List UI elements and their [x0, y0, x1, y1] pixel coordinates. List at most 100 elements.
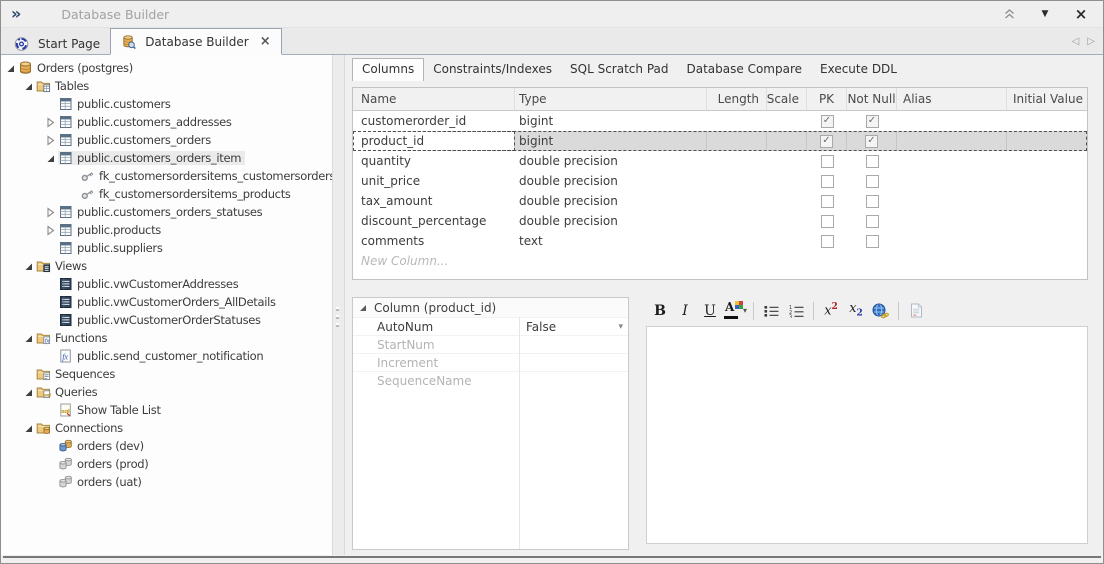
font-color-button[interactable]: A ▾	[723, 300, 748, 322]
not-null-checkbox[interactable]	[866, 175, 879, 188]
cell-type: text	[515, 231, 707, 251]
tree-item-fk-customersordersitems-products[interactable]: fk_customersordersitems_products	[1, 185, 332, 203]
pk-checkbox[interactable]	[821, 155, 834, 168]
notes-document-button[interactable]	[904, 300, 928, 322]
tree-item-public-suppliers[interactable]: public.suppliers	[1, 239, 332, 257]
grid-row-product-id[interactable]: product_idbigint✓✓	[353, 131, 1087, 151]
tree-item-orders-uat[interactable]: orders (uat)	[1, 473, 332, 491]
panel-tab-columns[interactable]: Columns	[352, 58, 424, 81]
hyperlink-button[interactable]	[869, 300, 893, 322]
expand-arrow-icon[interactable]	[45, 117, 56, 128]
property-row-startnum[interactable]: StartNum	[353, 335, 628, 353]
tree-item-public-vwcustomerorders-alldetails[interactable]: public.vwCustomerOrders_AllDetails	[1, 293, 332, 311]
tab-database-builder[interactable]: Database Builder×	[110, 28, 281, 55]
tab-scroll-right-icon[interactable]: ▷	[1087, 36, 1095, 47]
collapse-arrow-icon[interactable]	[23, 333, 34, 344]
pk-checkbox[interactable]	[821, 175, 834, 188]
collapse-arrow-icon[interactable]	[23, 423, 34, 434]
numbered-list-button[interactable]: 123	[784, 300, 808, 322]
tab-close-icon[interactable]: ×	[260, 35, 271, 48]
collapse-arrow-icon[interactable]	[5, 63, 16, 74]
column-header-initial_value[interactable]: Initial Value	[1007, 88, 1087, 110]
not-null-checkbox[interactable]	[866, 195, 879, 208]
tree-item-views[interactable]: Views	[1, 257, 332, 275]
column-header-not_null[interactable]: Not Null	[847, 88, 897, 110]
tree-item-public-customers-addresses[interactable]: public.customers_addresses	[1, 113, 332, 131]
bold-button[interactable]: B	[648, 300, 672, 322]
tree-item-public-send-customer-notification[interactable]: fxpublic.send_customer_notification	[1, 347, 332, 365]
property-row-autonum[interactable]: AutoNumFalse▾	[353, 317, 628, 335]
pk-checkbox[interactable]	[821, 215, 834, 228]
pk-checkbox[interactable]	[821, 235, 834, 248]
new-column-row[interactable]: New Column...	[353, 251, 1087, 271]
column-header-scale[interactable]: Scale	[767, 88, 807, 110]
collapse-panel-icon[interactable]	[1001, 6, 1017, 22]
expand-arrow-icon[interactable]	[45, 135, 56, 146]
panel-tab-database-compare[interactable]: Database Compare	[678, 59, 812, 80]
grid-row-quantity[interactable]: quantitydouble precision	[353, 151, 1087, 171]
pk-checkbox[interactable]	[821, 195, 834, 208]
column-header-name[interactable]: Name	[353, 88, 515, 110]
tree-item-orders-postgres[interactable]: Orders (postgres)	[1, 59, 332, 77]
subscript-button[interactable]: x2	[844, 300, 868, 322]
collapse-arrow-icon[interactable]	[23, 387, 34, 398]
collapse-arrow-icon[interactable]	[23, 81, 34, 92]
close-window-icon[interactable]: ×	[1073, 6, 1089, 22]
tab-scroll-left-icon[interactable]: ◁	[1072, 36, 1080, 47]
property-value[interactable]: False▾	[519, 318, 628, 335]
not-null-checkbox[interactable]	[866, 155, 879, 168]
tree-item-functions[interactable]: fxFunctions	[1, 329, 332, 347]
tree-item-public-customers-orders-statuses[interactable]: public.customers_orders_statuses	[1, 203, 332, 221]
collapse-arrow-icon[interactable]	[45, 153, 56, 164]
panel-tab-sql-scratch-pad[interactable]: SQL Scratch Pad	[561, 59, 677, 80]
tree-item-public-customers-orders[interactable]: public.customers_orders	[1, 131, 332, 149]
underline-button[interactable]: U	[698, 300, 722, 322]
panel-tab-execute-ddl[interactable]: Execute DDL	[811, 59, 906, 80]
superscript-button[interactable]: x2	[819, 300, 843, 322]
dock-chevrons-icon[interactable]: »	[11, 6, 21, 22]
italic-button[interactable]: I	[673, 300, 697, 322]
grid-row-unit-price[interactable]: unit_pricedouble precision	[353, 171, 1087, 191]
font-color-dropdown-icon[interactable]: ▾	[743, 306, 747, 315]
collapse-arrow-icon[interactable]	[23, 261, 34, 272]
not-null-checkbox[interactable]	[866, 215, 879, 228]
tree-item-orders-prod[interactable]: orders (prod)	[1, 455, 332, 473]
tree-item-public-vwcustomerorderstatuses[interactable]: public.vwCustomerOrderStatuses	[1, 311, 332, 329]
bullet-list-button[interactable]	[759, 300, 783, 322]
window-menu-dropdown-icon[interactable]: ▼	[1037, 6, 1053, 22]
not-null-checkbox[interactable]: ✓	[865, 135, 878, 148]
property-row-sequencename[interactable]: SequenceName	[353, 371, 628, 389]
tab-start-page[interactable]: Start Page	[4, 33, 110, 54]
pk-checkbox[interactable]: ✓	[821, 115, 834, 128]
expand-arrow-icon[interactable]	[45, 207, 56, 218]
tree-item-public-products[interactable]: public.products	[1, 221, 332, 239]
column-header-type[interactable]: Type	[515, 88, 707, 110]
tree-item-queries[interactable]: sqlQueries	[1, 383, 332, 401]
not-null-checkbox[interactable]: ✓	[866, 115, 879, 128]
grid-row-customerorder-id[interactable]: customerorder_idbigint✓✓	[353, 111, 1087, 131]
tree-item-sequences[interactable]: Sequences	[1, 365, 332, 383]
collapse-arrow-icon[interactable]	[358, 303, 368, 313]
tree-item-show-table-list[interactable]: sqlShow Table List	[1, 401, 332, 419]
tree-item-public-vwcustomeraddresses[interactable]: public.vwCustomerAddresses	[1, 275, 332, 293]
panel-tab-constraints-indexes[interactable]: Constraints/Indexes	[424, 59, 561, 80]
grid-row-comments[interactable]: commentstext	[353, 231, 1087, 251]
grid-row-discount-percentage[interactable]: discount_percentagedouble precision	[353, 211, 1087, 231]
tree-item-tables[interactable]: Tables	[1, 77, 332, 95]
property-row-increment[interactable]: Increment	[353, 353, 628, 371]
tree-item-fk-customersordersitems-customersorders[interactable]: fk_customersordersitems_customersorders	[1, 167, 332, 185]
column-header-length[interactable]: Length	[707, 88, 767, 110]
grid-row-tax-amount[interactable]: tax_amountdouble precision	[353, 191, 1087, 211]
dropdown-arrow-icon[interactable]: ▾	[618, 322, 623, 332]
column-header-alias[interactable]: Alias	[897, 88, 1007, 110]
splitter-handle[interactable]	[332, 55, 345, 555]
tree-item-connections[interactable]: Connections	[1, 419, 332, 437]
not-null-checkbox[interactable]	[866, 235, 879, 248]
tree-item-public-customers[interactable]: public.customers	[1, 95, 332, 113]
notes-editor[interactable]	[646, 326, 1088, 544]
tree-item-orders-dev[interactable]: orders (dev)	[1, 437, 332, 455]
expand-arrow-icon[interactable]	[45, 225, 56, 236]
pk-checkbox[interactable]: ✓	[820, 135, 833, 148]
column-header-pk[interactable]: PK	[807, 88, 847, 110]
tree-item-public-customers-orders-item[interactable]: public.customers_orders_item	[1, 149, 332, 167]
